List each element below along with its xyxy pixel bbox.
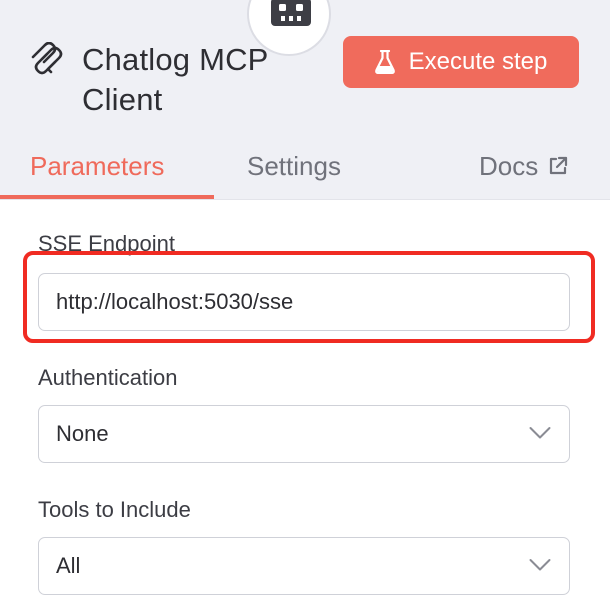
external-link-icon [550, 156, 568, 175]
sse-endpoint-label: SSE Endpoint [38, 231, 175, 256]
tools-to-include-value: All [56, 553, 81, 578]
tab-settings[interactable]: Settings [247, 150, 341, 182]
panel-header: Chatlog MCP Client Execute step Paramete… [0, 0, 610, 200]
flask-icon [374, 50, 395, 74]
tools-to-include-label: Tools to Include [38, 497, 191, 522]
chevron-down-icon [529, 559, 551, 571]
sse-endpoint-input[interactable] [38, 273, 570, 331]
tab-docs[interactable]: Docs [479, 150, 568, 182]
header-divider [0, 199, 610, 200]
execute-step-button[interactable]: Execute step [343, 36, 579, 88]
tab-parameters[interactable]: Parameters [30, 150, 164, 182]
node-parameters-panel: Chatlog MCP Client Execute step Paramete… [0, 0, 610, 608]
node-title: Chatlog MCP Client [82, 42, 268, 117]
mcp-logo-icon [31, 42, 63, 75]
chevron-down-icon [529, 427, 551, 439]
tools-to-include-select[interactable]: All [38, 537, 570, 595]
authentication-value: None [56, 421, 109, 446]
tab-docs-label: Docs [479, 151, 539, 181]
robot-icon [271, 0, 311, 26]
authentication-select[interactable]: None [38, 405, 570, 463]
authentication-label: Authentication [38, 365, 178, 390]
execute-step-label: Execute step [408, 48, 548, 75]
